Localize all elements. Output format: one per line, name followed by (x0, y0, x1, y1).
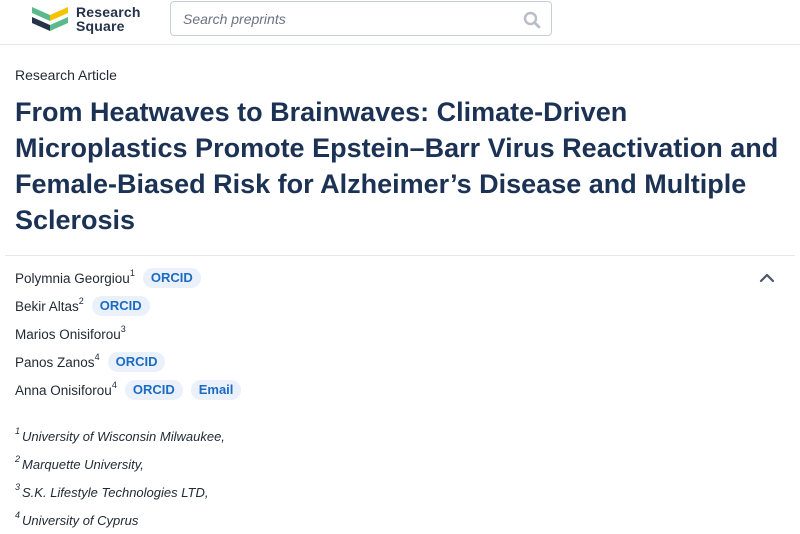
affiliation-item: 2 Marquette University, (15, 450, 225, 478)
logo-line-1: Research (76, 4, 141, 20)
affiliation-text: Marquette University, (22, 456, 144, 472)
affiliation-number: 4 (15, 510, 21, 520)
section-divider (5, 255, 795, 256)
author-list: Polymnia Georgiou 1 ORCID Bekir Altas 2 OR… (15, 264, 715, 404)
author-affiliation-number: 4 (94, 352, 100, 362)
search-icon[interactable] (523, 11, 541, 29)
logo-icon (32, 7, 68, 31)
site-header: Research Square (0, 0, 800, 45)
orcid-link[interactable]: ORCID (124, 380, 183, 400)
affiliation-item: 3 S.K. Lifestyle Technologies LTD, (15, 478, 225, 506)
logo-wordmark: Research Square (76, 5, 141, 33)
affiliation-number: 2 (15, 454, 21, 464)
search-box (170, 1, 552, 36)
affiliation-item: 4 University of Cyprus (15, 506, 225, 534)
affiliation-number: 1 (15, 426, 21, 436)
affiliation-number: 3 (15, 482, 21, 492)
research-square-logo[interactable]: Research Square (32, 3, 141, 35)
author-affiliation-number: 1 (129, 268, 135, 278)
search-input[interactable] (183, 8, 503, 30)
author-affiliation-number: 4 (111, 380, 117, 390)
author-name[interactable]: Bekir Altas (15, 299, 79, 314)
affiliation-item: 1 University of Wisconsin Milwaukee, (15, 422, 225, 450)
author-affiliation-number: 2 (78, 296, 84, 306)
author-name[interactable]: Anna Onisiforou (15, 383, 112, 398)
author-name[interactable]: Panos Zanos (15, 355, 95, 370)
orcid-link[interactable]: ORCID (107, 352, 166, 372)
affiliation-text: University of Wisconsin Milwaukee, (22, 428, 225, 444)
logo-line-2: Square (76, 18, 125, 34)
author-row: Anna Onisiforou 4 ORCID Email (15, 376, 715, 404)
author-name[interactable]: Polymnia Georgiou (15, 271, 130, 286)
author-row: Polymnia Georgiou 1 ORCID (15, 264, 715, 292)
orcid-link[interactable]: ORCID (91, 296, 150, 316)
affiliation-text: University of Cyprus (22, 512, 139, 528)
orcid-link[interactable]: ORCID (142, 268, 201, 288)
author-name[interactable]: Marios Onisiforou (15, 327, 121, 342)
article-title: From Heatwaves to Brainwaves: Climate-Dr… (15, 97, 779, 235)
affiliation-text: S.K. Lifestyle Technologies LTD, (22, 484, 209, 500)
email-link[interactable]: Email (190, 380, 242, 400)
author-row: Panos Zanos 4 ORCID (15, 348, 715, 376)
author-affiliation-number: 3 (120, 324, 126, 334)
author-row: Bekir Altas 2 ORCID (15, 292, 715, 320)
affiliation-list: 1 University of Wisconsin Milwaukee, 2 Mar… (15, 422, 225, 534)
chevron-up-icon[interactable] (759, 271, 775, 283)
author-row: Marios Onisiforou 3 (15, 320, 715, 348)
article-type-label: Research Article (15, 67, 117, 83)
